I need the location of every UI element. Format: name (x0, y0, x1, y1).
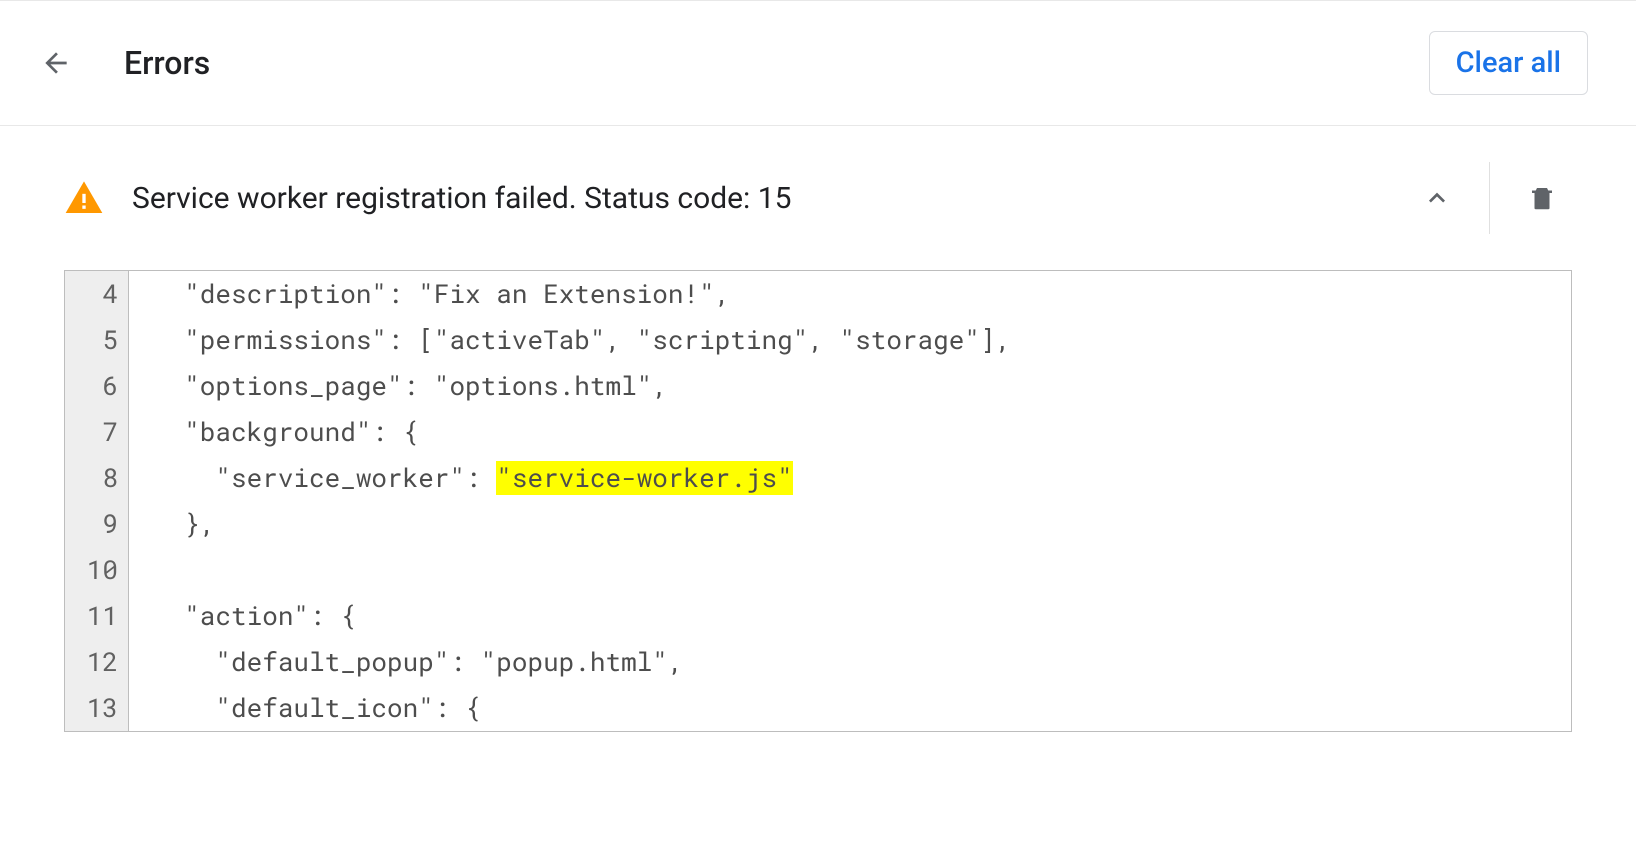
code-snippet-box: 4 "description": "Fix an Extension!",5 "… (64, 270, 1572, 732)
code-line: 5 "permissions": ["activeTab", "scriptin… (65, 317, 1571, 363)
code-line: 10 (65, 547, 1571, 593)
code-text (129, 547, 153, 593)
page-title: Errors (124, 44, 1429, 82)
error-message: Service worker registration failed. Stat… (132, 181, 1413, 216)
errors-page: Errors Clear all Service worker registra… (0, 0, 1636, 854)
code-line: 12 "default_popup": "popup.html", (65, 639, 1571, 685)
code-line: 11 "action": { (65, 593, 1571, 639)
code-text: }, (129, 501, 215, 547)
code-text: "description": "Fix an Extension!", (129, 271, 730, 317)
code-text: "action": { (129, 593, 356, 639)
line-number: 4 (65, 271, 129, 317)
line-number: 11 (65, 593, 129, 639)
line-number: 10 (65, 547, 129, 593)
code-line: 13 "default_icon": { (65, 685, 1571, 731)
back-button[interactable] (32, 39, 80, 87)
line-number: 6 (65, 363, 129, 409)
line-number: 7 (65, 409, 129, 455)
arrow-left-icon (40, 47, 72, 79)
code-text: "options_page": "options.html", (129, 363, 668, 409)
line-number: 12 (65, 639, 129, 685)
code-text: "default_icon": { (129, 685, 481, 731)
code-text: "background": { (129, 409, 418, 455)
clear-all-button[interactable]: Clear all (1429, 31, 1588, 95)
code-line: 6 "options_page": "options.html", (65, 363, 1571, 409)
warning-icon (64, 178, 104, 218)
trash-icon (1527, 183, 1557, 213)
code-line: 8 "service_worker": "service-worker.js" (65, 455, 1571, 501)
content-area: Service worker registration failed. Stat… (0, 126, 1636, 732)
code-text: "service_worker": "service-worker.js" (129, 455, 793, 501)
code-line: 9 }, (65, 501, 1571, 547)
highlighted-token: "service-worker.js" (496, 461, 792, 495)
vertical-divider (1489, 162, 1490, 234)
line-number: 8 (65, 455, 129, 501)
error-header-row: Service worker registration failed. Stat… (64, 154, 1572, 252)
code-line: 7 "background": { (65, 409, 1571, 455)
code-text: "default_popup": "popup.html", (129, 639, 684, 685)
code-line: 4 "description": "Fix an Extension!", (65, 271, 1571, 317)
delete-error-button[interactable] (1518, 174, 1566, 222)
chevron-up-icon (1421, 182, 1453, 214)
code-text: "permissions": ["activeTab", "scripting"… (129, 317, 1011, 363)
line-number: 9 (65, 501, 129, 547)
collapse-button[interactable] (1413, 174, 1461, 222)
line-number: 5 (65, 317, 129, 363)
top-bar: Errors Clear all (0, 1, 1636, 126)
line-number: 13 (65, 685, 129, 731)
